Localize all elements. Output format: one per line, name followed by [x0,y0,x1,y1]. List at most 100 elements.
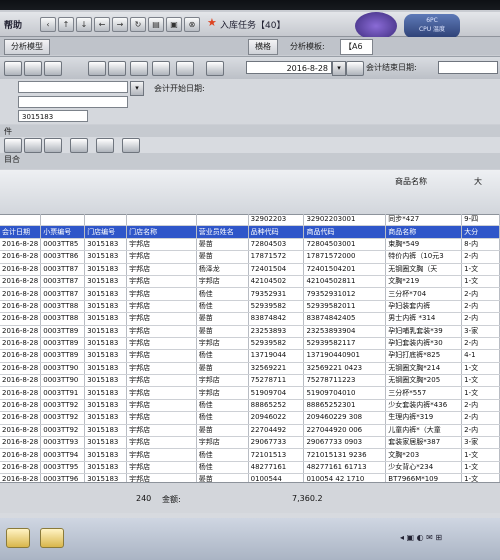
grid-tool-5-icon[interactable] [96,138,114,153]
table-row[interactable]: 2016-8-28 0003TT92 3015183 宇邦店 杨佳 88865252 888… [0,399,500,413]
grid-cell: 3015183 [84,473,128,482]
table-row[interactable]: 2016-8-28 0003TT94 3015183 宇邦店 杨佳 72101513 721… [0,448,500,462]
grid-cell: 2016-8-28 [0,238,42,252]
grid-cell: 宇邦店 [196,275,249,289]
grid-cell: 3015183 [84,275,128,289]
grid-tool-3-icon[interactable] [44,138,62,153]
grid-cell: 宇邦店 [126,473,197,482]
grid-cell: 52939582 [248,300,305,314]
export-icon[interactable]: ▣ [166,17,182,32]
grid-cell: 72401504 [248,263,305,276]
app-icon[interactable] [40,528,64,548]
grid-cell: 3015183 [84,349,128,363]
table-row[interactable]: 2016-8-28 0003TT89 3015183 宇邦店 杨佳 13719044 137… [0,349,500,363]
grid-cell: 无钢圈文胸（天 [385,263,463,276]
grid-tool-6-icon[interactable] [122,138,140,153]
table-row[interactable]: 2016-8-28 0003TT90 3015183 宇邦店 晏苗 32569221 325… [0,362,500,376]
filter-icon[interactable] [24,61,42,76]
start-date-dropdown[interactable]: ▾ [332,61,346,76]
table-row[interactable]: 2016-8-28 0003TT92 3015183 宇邦店 杨佳 20946022 209… [0,411,500,425]
grid-cell: 0003TT92 [40,411,86,425]
grid-cell: 门店名称 [126,225,197,239]
grid-cell: 无钢圈文胸*214 [385,362,463,376]
table-row[interactable]: 2016-8-28 0003TT87 3015183 宇邦店 杨佳 79352931 793… [0,287,500,301]
grid-cell: 2-内 [461,424,500,438]
grid-cell: 杨佳 [196,461,249,475]
table-row[interactable]: 2016-8-28 0003TT87 3015183 宇邦店 杨泽龙 72401504 72… [0,263,500,276]
filter-field-1[interactable] [18,81,128,93]
left-icon[interactable]: ← [94,17,110,32]
section-label: 件 [4,127,12,136]
data-grid[interactable]: 商品名称 大 32902203 32902203001 同步*427 9-四 会计日期小… [0,170,500,482]
close-icon[interactable]: ⊗ [184,17,200,32]
table-row[interactable]: 2016-8-28 0003TT96 3015183 宇邦店 晏苗 0100544 0100… [0,473,500,482]
folder-icon[interactable] [6,528,30,548]
open-icon[interactable] [206,61,224,76]
grid-cell: 0003TT90 [40,374,86,388]
table-icon[interactable] [88,61,106,76]
table-row[interactable]: 2016-8-28 0003TT91 3015183 宇邦店 宇邦店 51909704 51… [0,386,500,400]
grid-cell: 23253893904 [303,325,387,338]
report-icon[interactable] [152,61,170,76]
grid-cell: 79352931 [248,287,305,301]
grid-tool-1-icon[interactable] [4,138,22,153]
calendar-icon[interactable] [346,61,364,76]
table-row[interactable]: 2016-8-28 0003TT85 3015183 宇邦店 晏苗 72804503 728… [0,238,500,252]
table-row[interactable]: 2016-8-28 0003TT92 3015183 宇邦店 晏苗 22704492 227… [0,424,500,438]
filter-field-2[interactable] [18,96,128,108]
grid-cell: 4-1 [461,349,500,363]
grid-cell: 宇邦店 [126,399,197,413]
analysis-template-select[interactable]: 【A6 [340,39,373,55]
table-row[interactable]: 2016-8-28 0003TT95 3015183 宇邦店 杨佳 48277161 482… [0,461,500,475]
grid-cell: 晏苗 [196,312,249,326]
grid-icon[interactable] [4,61,22,76]
print-icon[interactable]: ▤ [148,17,164,32]
help-menu[interactable]: 帮助 [4,18,22,31]
right-icon[interactable]: → [112,17,128,32]
tab-detail[interactable]: 横格 [248,39,278,55]
grid-cell: 少女背心*234 [385,461,463,475]
table-row[interactable]: 32902203 32902203001 同步*427 9-四 [0,214,500,227]
date-toolbar: 2016-8-28 ▾ 会计结束日期: [0,56,500,80]
table-row[interactable]: 2016-8-28 0003TT88 3015183 宇邦店 晏苗 83874842 838… [0,312,500,326]
chart-icon[interactable] [108,61,126,76]
filter-dropdown-1[interactable]: ▾ [130,81,144,96]
back-icon[interactable]: ‹ [40,17,56,32]
tab-analysis-model[interactable]: 分析模型 [4,39,50,55]
sort-icon[interactable] [44,61,62,76]
column-header-row[interactable]: 会计日期 小票编号 门店编号 门店名称 营业员姓名 品种代码 商品代码 商品名称 大分 [0,225,500,239]
table-row[interactable]: 2016-8-28 0003TT89 3015183 宇邦店 宇邦店 52939582 52… [0,337,500,351]
grid-tool-4-icon[interactable] [70,138,88,153]
grid-cell [196,214,249,227]
grid-cell: 3015183 [84,461,128,475]
table-row[interactable]: 2016-8-28 0003TT89 3015183 宇邦店 晏苗 23253893 232… [0,325,500,338]
grid-cell: 2016-8-28 [0,312,42,326]
grid-cell: 1-文 [461,374,500,388]
grid-cell: 2-内 [461,337,500,351]
grid-cell: 宇邦店 [126,386,197,400]
up-icon[interactable]: ↑ [58,17,74,32]
calc-icon[interactable] [130,61,148,76]
table-row[interactable]: 2016-8-28 0003TT86 3015183 宇邦店 晏苗 17871572 178… [0,250,500,264]
grid-cell: 宇邦店 [126,238,197,252]
grid-cell: 29067733 0903 [303,436,387,450]
table-row[interactable]: 2016-8-28 0003TT87 3015183 宇邦店 宇邦店 42104502 42… [0,275,500,289]
down-icon[interactable]: ↓ [76,17,92,32]
grid-cell: 宇邦店 [126,287,197,301]
grid-cell: 2016-8-28 [0,473,42,482]
grid-tool-2-icon[interactable] [24,138,42,153]
start-date-field[interactable]: 2016-8-28 [246,61,332,74]
grid-cell: 杨佳 [196,448,249,462]
table-row[interactable]: 2016-8-28 0003TT90 3015183 宇邦店 宇邦店 75278711 75… [0,374,500,388]
table-row[interactable]: 2016-8-28 0003TT88 3015183 宇邦店 杨佳 52939582 529… [0,300,500,314]
store-code-field[interactable]: 3015183 [18,110,88,122]
grid-cell: 同步*427 [385,214,463,227]
save-icon[interactable] [176,61,194,76]
grid-cell [40,214,86,227]
end-date-field[interactable] [438,61,498,74]
table-row[interactable]: 2016-8-28 0003TT93 3015183 宇邦店 宇邦店 29067733 29… [0,436,500,450]
end-date-label: 会计结束日期: [366,63,417,72]
grid-cell: 72401504201 [303,263,387,276]
refresh-icon[interactable]: ↻ [130,17,146,32]
grid-cell: 3015183 [84,374,128,388]
